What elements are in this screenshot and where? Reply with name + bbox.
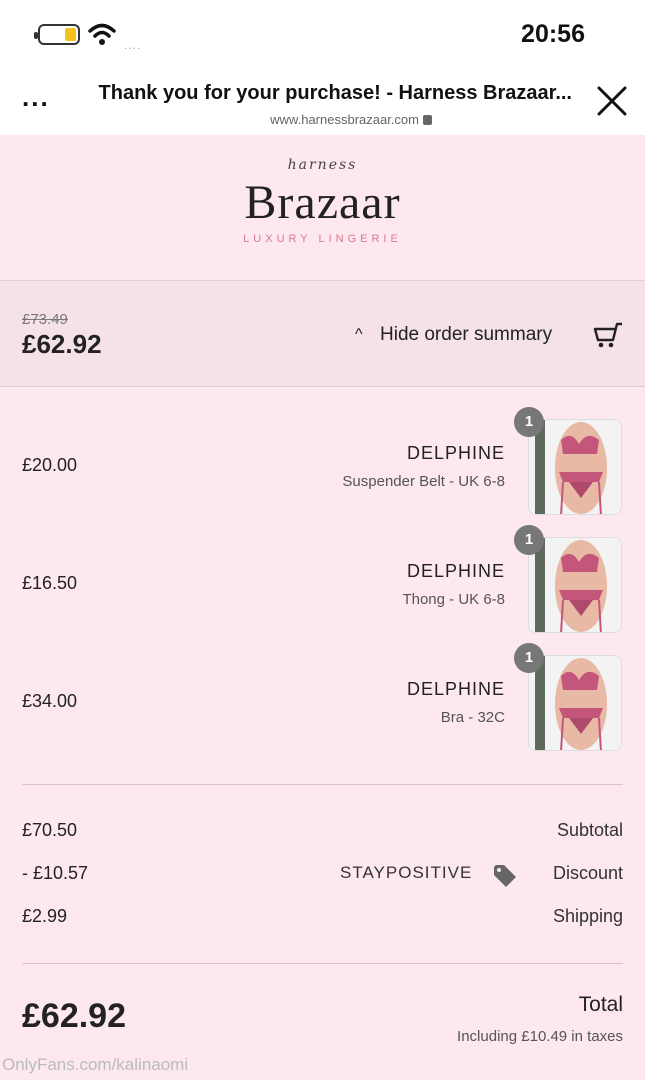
discount-code: STAYPOSITIVE — [340, 863, 473, 882]
item-variant: Suspender Belt - UK 6-8 — [342, 473, 505, 490]
browser-bar: ... Thank you for your purchase! - Harne… — [0, 70, 645, 135]
logo-script: harness — [287, 157, 358, 173]
subtotal-value: £70.50 — [22, 820, 78, 840]
discount-row: Discount STAYPOSITIVE - £10.57 — [0, 863, 645, 893]
subtotal-row: Subtotal £70.50 — [0, 820, 645, 850]
page-url[interactable]: www.harnessbrazaar.com — [200, 112, 432, 127]
quantity-badge: 1 — [514, 407, 544, 437]
logo-tagline: LUXURY LINGERIE — [243, 233, 402, 245]
shipping-value: £2.99 — [22, 906, 68, 926]
logo-name[interactable]: Brazaar — [0, 175, 645, 230]
cart-icon — [593, 322, 622, 348]
battery-icon — [34, 24, 80, 45]
order-summary-body: 1 DELPHINE Suspender Belt - UK 6-8 £20.0… — [0, 387, 645, 1080]
hide-summary-label[interactable]: Hide order summary — [380, 324, 552, 346]
shipping-row: Shipping £2.99 — [0, 906, 645, 936]
order-summary-toggle[interactable]: Hide order summary ^ £73.49 £62.92 — [0, 281, 645, 387]
line-item: 1 DELPHINE Suspender Belt - UK 6-8 £20.0… — [0, 387, 645, 515]
divider — [22, 784, 623, 785]
discount-label: Discount — [552, 863, 623, 883]
item-name: DELPHINE — [406, 679, 505, 699]
chevron-up-icon: ^ — [355, 326, 363, 343]
product-thumbnail — [528, 419, 622, 515]
more-options-icon[interactable]: ... — [22, 82, 50, 113]
item-price: £20.00 — [22, 455, 78, 475]
site-header: harness Brazaar LUXURY LINGERIE — [0, 135, 645, 281]
item-name: DELPHINE — [406, 561, 505, 581]
original-price: £73.49 — [22, 311, 68, 328]
item-price: £16.50 — [22, 573, 78, 593]
status-time: 20:56 — [521, 20, 585, 48]
total-label: Total — [578, 993, 623, 1016]
discount-value: - £10.57 — [22, 863, 89, 883]
line-item: 1 DELPHINE Thong - UK 6-8 £16.50 — [0, 505, 645, 633]
summary-total: £62.92 — [22, 329, 102, 359]
tag-icon — [494, 865, 516, 887]
shipping-label: Shipping — [552, 906, 623, 926]
tax-note: Including £10.49 in taxes — [457, 1028, 623, 1045]
quantity-badge: 1 — [514, 643, 544, 673]
subtotal-label: Subtotal — [556, 820, 623, 840]
url-text: www.harnessbrazaar.com — [270, 112, 419, 127]
status-bar: .... 20:56 — [0, 0, 645, 70]
item-price: £34.00 — [22, 691, 78, 711]
divider — [22, 963, 623, 964]
watermark: OnlyFans.com/kalinaomi — [2, 1055, 189, 1074]
close-icon[interactable] — [596, 85, 628, 117]
product-thumbnail — [528, 537, 622, 633]
item-variant: Thong - UK 6-8 — [402, 591, 505, 608]
lock-icon — [423, 115, 432, 125]
signal-indicator: .... — [124, 38, 142, 52]
page-title: Thank you for your purchase! - Harness B… — [98, 82, 572, 104]
item-name: DELPHINE — [406, 443, 505, 463]
item-variant: Bra - 32C — [440, 709, 505, 726]
product-thumbnail — [528, 655, 622, 751]
wifi-icon — [88, 23, 116, 45]
quantity-badge: 1 — [514, 525, 544, 555]
grand-total: £62.92 — [22, 997, 126, 1035]
line-item: 1 DELPHINE Bra - 32C £34.00 — [0, 623, 645, 751]
